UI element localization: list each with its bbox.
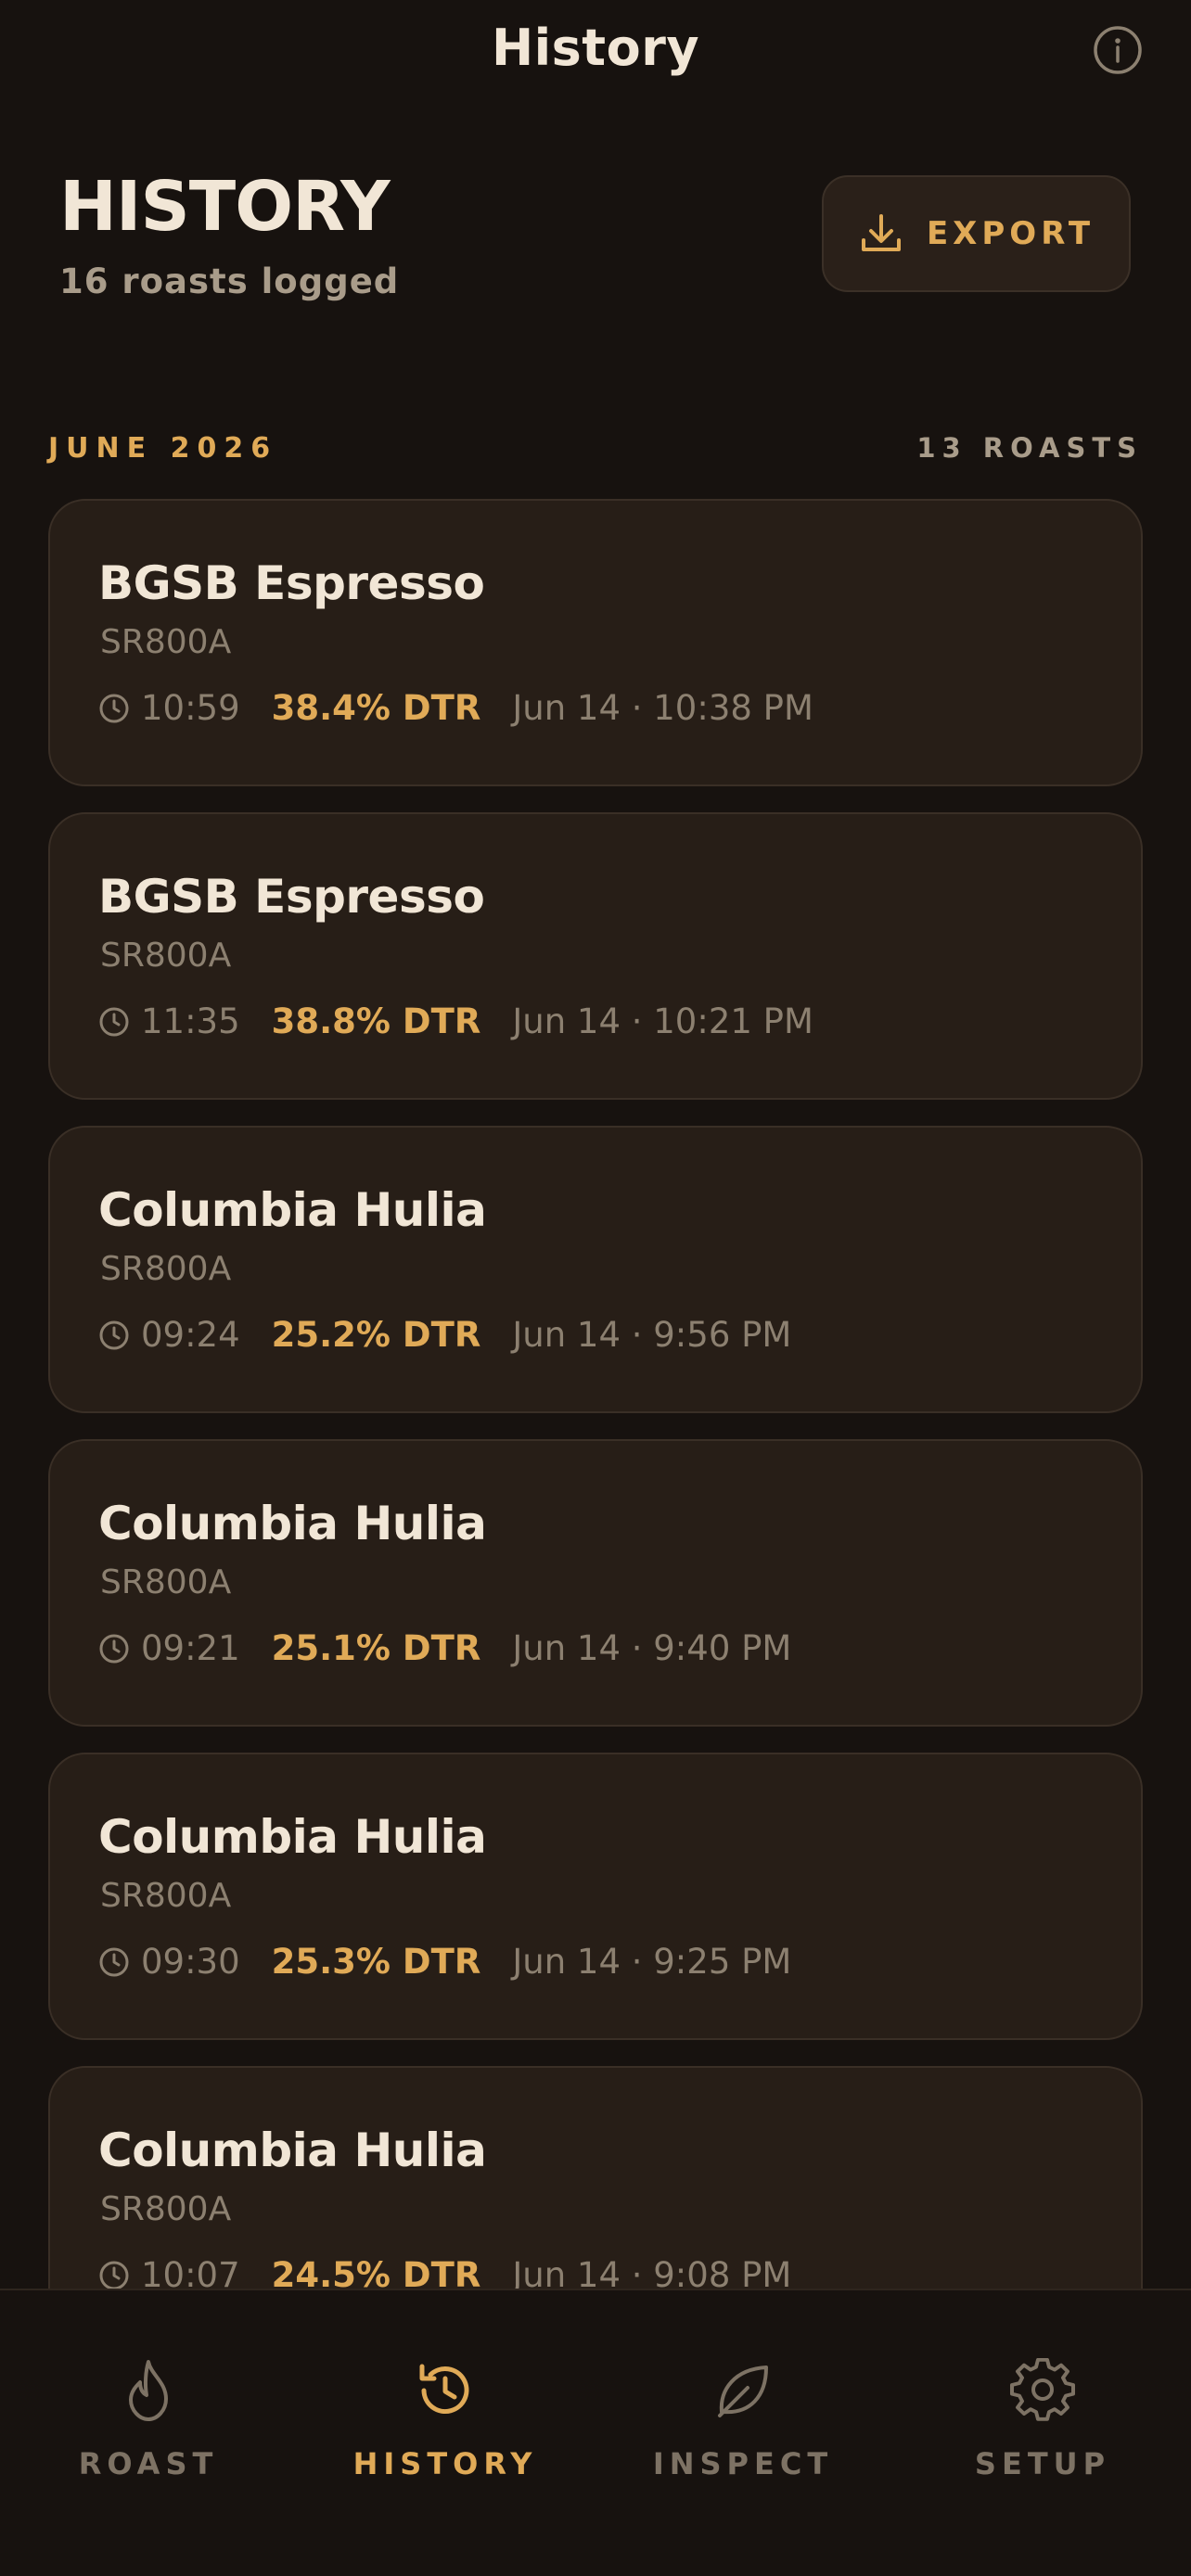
roast-duration: 11:35 bbox=[141, 1001, 240, 1041]
clock-icon bbox=[98, 1320, 130, 1351]
roast-name: Columbia Hulia bbox=[98, 1497, 487, 1550]
clock-icon bbox=[98, 2260, 130, 2291]
tab-inspect-label: INSPECT bbox=[652, 2446, 834, 2481]
roast-duration: 09:30 bbox=[141, 1942, 240, 1982]
section-month-header: JUNE 2026 bbox=[48, 432, 278, 465]
roast-datetime: Jun 14 · 10:38 PM bbox=[512, 688, 813, 728]
export-button[interactable]: EXPORT bbox=[822, 175, 1131, 292]
roast-dtr: 25.1% DTR bbox=[271, 1628, 481, 1668]
tab-roast[interactable]: ROAST bbox=[28, 2355, 269, 2481]
gear-icon bbox=[1010, 2358, 1075, 2421]
roast-machine: SR800A bbox=[100, 623, 232, 661]
roast-duration: 09:21 bbox=[141, 1628, 240, 1668]
roast-count-subtitle: 16 roasts logged bbox=[59, 261, 400, 301]
roast-list: BGSB Espresso SR800A 10:59 38.4% DTR Jun… bbox=[48, 499, 1143, 2379]
tab-inspect[interactable]: INSPECT bbox=[622, 2355, 864, 2481]
page-title: HISTORY bbox=[59, 167, 391, 247]
roast-meta: 09:30 25.3% DTR Jun 14 · 9:25 PM bbox=[98, 1942, 791, 1982]
clock-icon bbox=[98, 1946, 130, 1978]
roast-name: Columbia Hulia bbox=[98, 1810, 487, 1864]
flame-icon bbox=[129, 2360, 168, 2421]
roast-dtr: 25.2% DTR bbox=[271, 1315, 481, 1355]
roast-duration: 10:59 bbox=[141, 688, 240, 728]
tab-setup-label: SETUP bbox=[974, 2446, 1111, 2481]
roast-datetime: Jun 14 · 9:25 PM bbox=[512, 1942, 792, 1982]
roast-dtr: 38.4% DTR bbox=[271, 688, 481, 728]
download-icon bbox=[861, 214, 901, 251]
roast-name: Columbia Hulia bbox=[98, 1183, 487, 1237]
roast-meta: 09:21 25.1% DTR Jun 14 · 9:40 PM bbox=[98, 1628, 791, 1668]
roast-datetime: Jun 14 · 9:40 PM bbox=[512, 1628, 792, 1668]
roast-card[interactable]: Columbia Hulia SR800A 09:21 25.1% DTR Ju… bbox=[48, 1439, 1143, 1727]
roast-machine: SR800A bbox=[100, 937, 232, 975]
roast-datetime: Jun 14 · 9:56 PM bbox=[512, 1315, 792, 1355]
roast-card[interactable]: Columbia Hulia SR800A 09:24 25.2% DTR Ju… bbox=[48, 1126, 1143, 1413]
export-label: EXPORT bbox=[926, 215, 1095, 252]
roast-machine: SR800A bbox=[100, 1250, 232, 1288]
history-screen: History HISTORY 16 roasts logged EXPORT … bbox=[0, 0, 1191, 2576]
clock-icon bbox=[98, 1006, 130, 1038]
roast-meta: 11:35 38.8% DTR Jun 14 · 10:21 PM bbox=[98, 1001, 813, 1041]
roast-card[interactable]: Columbia Hulia SR800A 09:30 25.3% DTR Ju… bbox=[48, 1753, 1143, 2040]
nav-title: History bbox=[491, 19, 700, 77]
tab-history[interactable]: HISTORY bbox=[325, 2355, 566, 2481]
info-icon bbox=[1094, 26, 1142, 74]
tab-history-label: HISTORY bbox=[352, 2446, 538, 2481]
section-roast-count: 13 ROASTS bbox=[916, 432, 1143, 464]
roast-card[interactable]: BGSB Espresso SR800A 10:59 38.4% DTR Jun… bbox=[48, 499, 1143, 786]
clock-icon bbox=[98, 693, 130, 724]
roast-duration: 09:24 bbox=[141, 1315, 240, 1355]
history-icon bbox=[419, 2364, 469, 2415]
roast-name: BGSB Espresso bbox=[98, 870, 485, 924]
roast-name: Columbia Hulia bbox=[98, 2123, 487, 2177]
roast-machine: SR800A bbox=[100, 2190, 232, 2228]
clock-icon bbox=[98, 1633, 130, 1664]
roast-machine: SR800A bbox=[100, 1877, 232, 1915]
leaf-icon bbox=[718, 2366, 768, 2417]
roast-meta: 09:24 25.2% DTR Jun 14 · 9:56 PM bbox=[98, 1315, 791, 1355]
roast-name: BGSB Espresso bbox=[98, 556, 485, 610]
info-button[interactable] bbox=[1092, 24, 1144, 76]
roast-datetime: Jun 14 · 10:21 PM bbox=[512, 1001, 813, 1041]
roast-dtr: 25.3% DTR bbox=[271, 1942, 481, 1982]
roast-card[interactable]: BGSB Espresso SR800A 11:35 38.8% DTR Jun… bbox=[48, 812, 1143, 1100]
navigation-bar: History bbox=[0, 0, 1191, 102]
roast-dtr: 38.8% DTR bbox=[271, 1001, 481, 1041]
tab-roast-label: ROAST bbox=[78, 2446, 219, 2481]
tab-bar: ROAST HISTORY INSPECT SETUP bbox=[0, 2289, 1191, 2576]
roast-meta: 10:59 38.4% DTR Jun 14 · 10:38 PM bbox=[98, 688, 813, 728]
roast-machine: SR800A bbox=[100, 1563, 232, 1601]
tab-setup[interactable]: SETUP bbox=[922, 2355, 1163, 2481]
